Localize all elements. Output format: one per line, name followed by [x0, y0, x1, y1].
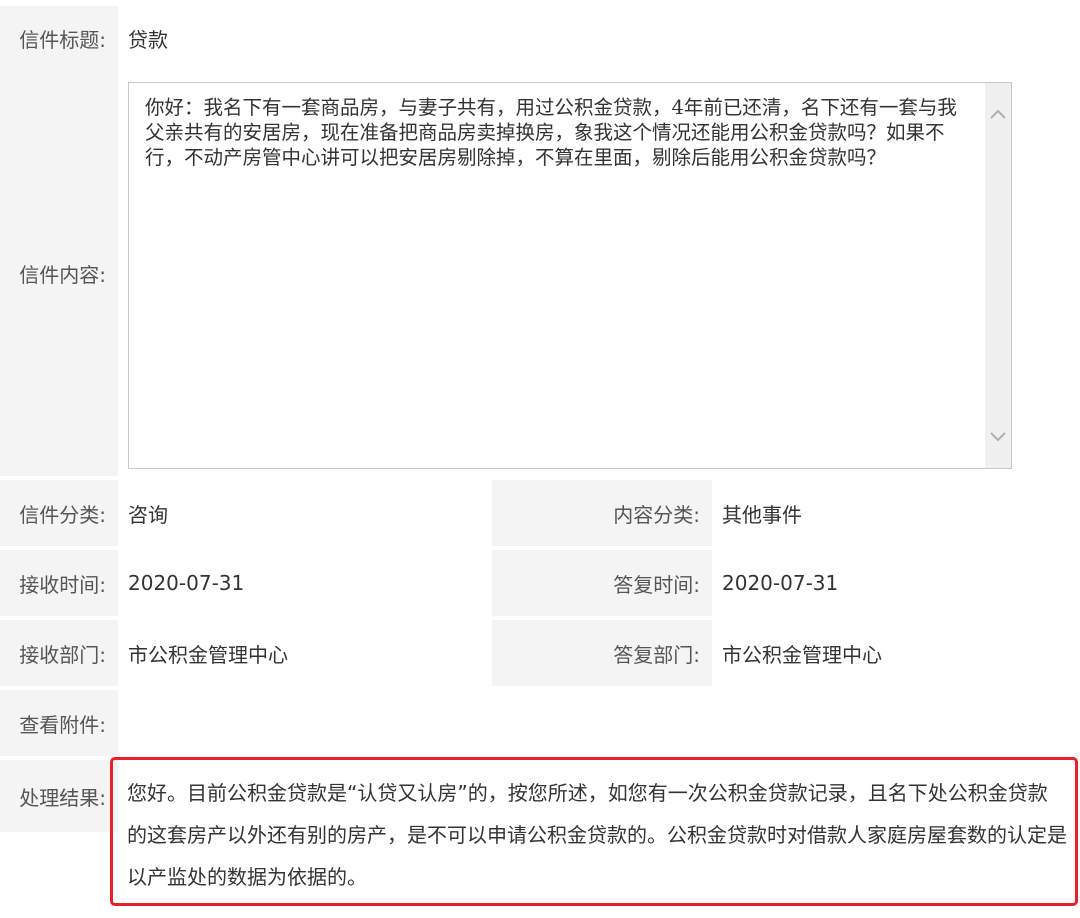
- reply-dept-label: 答复部门:: [492, 620, 712, 686]
- receive-time-label: 接收时间:: [0, 550, 118, 616]
- category-row: 信件分类: 咨询 内容分类: 其他事件: [0, 480, 1080, 546]
- category-label: 信件分类:: [0, 480, 118, 546]
- textarea-scrollbar[interactable]: [985, 83, 1011, 468]
- reply-time-value: 2020-07-31: [722, 571, 839, 595]
- reply-dept-value: 市公积金管理中心: [722, 642, 882, 667]
- result-highlight-box: 您好。目前公积金贷款是“认贷又认房”的，按您所述，如您有一次公积金贷款记录，且名…: [110, 757, 1078, 906]
- chevron-down-icon[interactable]: [985, 424, 1011, 450]
- receive-dept-value: 市公积金管理中心: [128, 642, 288, 667]
- time-row: 接收时间: 2020-07-31 答复时间: 2020-07-31: [0, 550, 1080, 616]
- reply-time-label: 答复时间:: [492, 550, 712, 616]
- category-value: 咨询: [128, 502, 168, 527]
- content-category-value: 其他事件: [722, 502, 802, 527]
- content-label: 信件内容:: [0, 70, 118, 476]
- content-text: 你好：我名下有一套商品房，与妻子共有，用过公积金贷款，4年前已还清，名下还有一套…: [145, 96, 957, 169]
- receive-dept-label: 接收部门:: [0, 620, 118, 686]
- subject-label: 信件标题:: [0, 6, 118, 70]
- attachment-row: 查看附件:: [0, 690, 1080, 756]
- result-label: 处理结果:: [0, 760, 118, 832]
- attachment-label: 查看附件:: [0, 690, 118, 756]
- content-textarea[interactable]: 你好：我名下有一套商品房，与妻子共有，用过公积金贷款，4年前已还清，名下还有一套…: [128, 82, 1012, 469]
- receive-time-value: 2020-07-31: [128, 571, 245, 595]
- chevron-up-icon[interactable]: [985, 101, 1011, 127]
- subject-row: 信件标题: 贷款: [0, 6, 1080, 70]
- content-category-label: 内容分类:: [492, 480, 712, 546]
- subject-value: 贷款: [128, 27, 168, 52]
- result-text: 您好。目前公积金贷款是“认贷又认房”的，按您所述，如您有一次公积金贷款记录，且名…: [127, 781, 1067, 889]
- dept-row: 接收部门: 市公积金管理中心 答复部门: 市公积金管理中心: [0, 620, 1080, 686]
